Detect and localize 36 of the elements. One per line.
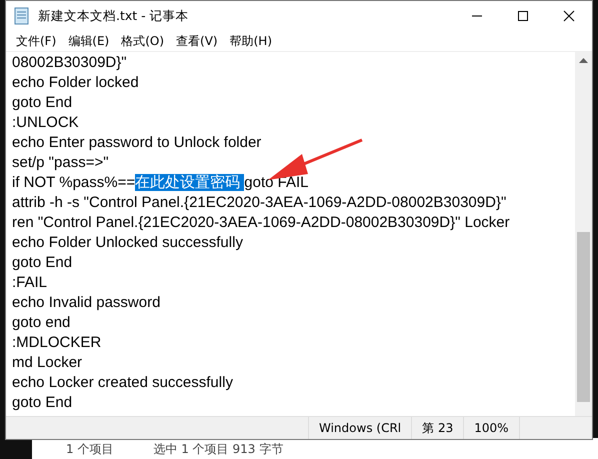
code-line: if NOT %pass%== xyxy=(12,174,136,191)
code-line: goto End xyxy=(12,94,72,111)
code-line: :FAIL xyxy=(12,274,48,291)
status-text: Windows (CRl xyxy=(309,417,412,439)
code-line: echo Enter password to Unlock folder xyxy=(12,134,262,151)
code-line: echo Folder locked xyxy=(12,74,139,91)
code-line: echo Invalid password xyxy=(12,294,160,311)
code-line: echo Locker created successfully xyxy=(12,374,233,391)
menu-item[interactable]: 帮助(H) xyxy=(224,32,278,50)
code-line: ren "Control Panel.{21EC2020-3AEA-1069-A2DD-08002B30309D}" Locker xyxy=(12,214,510,231)
explorer-status-text: 1 个项目 xyxy=(66,441,114,458)
selected-text: 在此处设置密码 xyxy=(135,174,244,191)
menu-item[interactable]: 查看(V) xyxy=(170,32,224,50)
code-line: :UNLOCK xyxy=(12,114,79,131)
status-text: 第 23 xyxy=(412,417,464,439)
window-title: 新建文本文档.txt - 记事本 xyxy=(38,8,189,24)
code-line: echo Folder Unlocked successfully xyxy=(12,234,243,251)
scroll-thumb[interactable] xyxy=(577,232,590,402)
scrollbar[interactable] xyxy=(575,52,592,416)
close-icon xyxy=(563,10,575,22)
code-line: goto end xyxy=(12,314,70,331)
text-file-icon xyxy=(14,7,30,25)
code-line: goto End xyxy=(12,394,72,411)
code-line: :MDLOCKER xyxy=(12,334,102,351)
code-line: goto End xyxy=(12,254,72,271)
maximize-icon xyxy=(517,10,529,22)
menu-item[interactable]: 编辑(E) xyxy=(62,32,116,50)
menu-item[interactable]: 格式(O) xyxy=(115,32,170,50)
code-line: 08002B30309D}" xyxy=(12,54,127,71)
code-line: set/p "pass=>" xyxy=(12,154,109,171)
status-text: 100% xyxy=(464,417,520,439)
code-line: attrib -h -s "Control Panel.{21EC2020-3AEA-1069-A2DD-08002B30309D}" xyxy=(12,194,506,211)
menu-item[interactable]: 文件(F) xyxy=(10,32,62,50)
scroll-up-icon[interactable] xyxy=(579,58,588,63)
explorer-status-text: 选中 1 个项目 913 字节 xyxy=(153,441,284,458)
code-line: md Locker xyxy=(12,354,82,371)
